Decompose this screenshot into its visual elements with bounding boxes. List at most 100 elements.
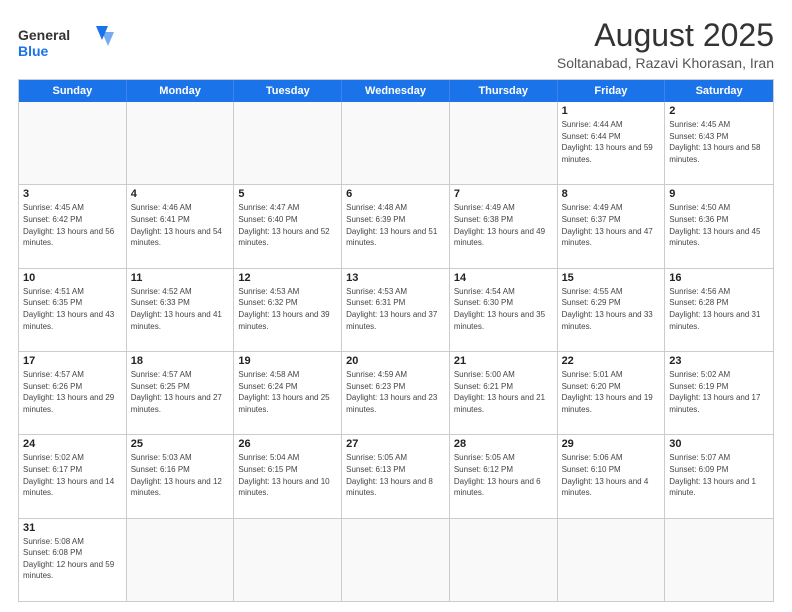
sun-info: Sunrise: 4:45 AMSunset: 6:43 PMDaylight:… [669, 119, 769, 165]
day-number: 6 [346, 188, 445, 200]
day-cell-21: 21 Sunrise: 5:00 AMSunset: 6:21 PMDayligh… [450, 352, 558, 434]
sun-info: Sunrise: 5:04 AMSunset: 6:15 PMDaylight:… [238, 452, 337, 498]
sun-info: Sunrise: 4:49 AMSunset: 6:37 PMDaylight:… [562, 202, 661, 248]
day-cell-15: 15 Sunrise: 4:55 AMSunset: 6:29 PMDayligh… [558, 269, 666, 351]
weekday-header-monday: Monday [127, 80, 235, 102]
day-number: 8 [562, 188, 661, 200]
calendar-row-3: 17 Sunrise: 4:57 AMSunset: 6:26 PMDayligh… [19, 351, 773, 434]
day-number: 15 [562, 272, 661, 284]
day-cell-13: 13Sunrise: 4:53 AMSunset: 6:31 PMDayligh… [342, 269, 450, 351]
sun-info: Sunrise: 4:47 AMSunset: 6:40 PMDaylight:… [238, 202, 337, 248]
empty-cell [127, 102, 235, 184]
day-number: 31 [23, 522, 122, 534]
day-cell-28: 28 Sunrise: 5:05 AMSunset: 6:12 PMDayligh… [450, 435, 558, 517]
day-cell-5: 5 Sunrise: 4:47 AMSunset: 6:40 PMDaylight… [234, 185, 342, 267]
day-cell-10: 10 Sunrise: 4:51 AMSunset: 6:35 PMDayligh… [19, 269, 127, 351]
day-cell-1: 1Sunrise: 4:44 AMSunset: 6:44 PMDaylight… [558, 102, 666, 184]
sun-info: Sunrise: 4:46 AMSunset: 6:41 PMDaylight:… [131, 202, 230, 248]
sun-info: Sunrise: 4:53 AMSunset: 6:31 PMDaylight:… [346, 286, 445, 332]
calendar-row-1: 3 Sunrise: 4:45 AMSunset: 6:42 PMDaylight… [19, 184, 773, 267]
logo: General Blue [18, 18, 118, 64]
day-number: 7 [454, 188, 553, 200]
sun-info: Sunrise: 4:59 AMSunset: 6:23 PMDaylight:… [346, 369, 445, 415]
weekday-header-thursday: Thursday [450, 80, 558, 102]
weekday-header-sunday: Sunday [19, 80, 127, 102]
sun-info: Sunrise: 4:51 AMSunset: 6:35 PMDaylight:… [23, 286, 122, 332]
day-cell-4: 4Sunrise: 4:46 AMSunset: 6:41 PMDaylight… [127, 185, 235, 267]
day-cell-3: 3 Sunrise: 4:45 AMSunset: 6:42 PMDaylight… [19, 185, 127, 267]
day-cell-8: 8 Sunrise: 4:49 AMSunset: 6:37 PMDaylight… [558, 185, 666, 267]
day-number: 28 [454, 438, 553, 450]
sun-info: Sunrise: 5:02 AMSunset: 6:19 PMDaylight:… [669, 369, 769, 415]
empty-cell [558, 519, 666, 601]
calendar-row-2: 10 Sunrise: 4:51 AMSunset: 6:35 PMDayligh… [19, 268, 773, 351]
weekday-header-wednesday: Wednesday [342, 80, 450, 102]
sun-info: Sunrise: 4:53 AMSunset: 6:32 PMDaylight:… [238, 286, 337, 332]
sun-info: Sunrise: 4:49 AMSunset: 6:38 PMDaylight:… [454, 202, 553, 248]
day-number: 3 [23, 188, 122, 200]
day-number: 29 [562, 438, 661, 450]
sun-info: Sunrise: 5:06 AMSunset: 6:10 PMDaylight:… [562, 452, 661, 498]
sun-info: Sunrise: 5:01 AMSunset: 6:20 PMDaylight:… [562, 369, 661, 415]
day-number: 12 [238, 272, 337, 284]
empty-cell [19, 102, 127, 184]
day-cell-23: 23Sunrise: 5:02 AMSunset: 6:19 PMDayligh… [665, 352, 773, 434]
day-cell-26: 26 Sunrise: 5:04 AMSunset: 6:15 PMDayligh… [234, 435, 342, 517]
empty-cell [342, 102, 450, 184]
sun-info: Sunrise: 4:55 AMSunset: 6:29 PMDaylight:… [562, 286, 661, 332]
day-number: 1 [562, 105, 661, 117]
day-number: 24 [23, 438, 122, 450]
empty-cell [450, 102, 558, 184]
sun-info: Sunrise: 5:05 AMSunset: 6:13 PMDaylight:… [346, 452, 445, 498]
day-cell-16: 16Sunrise: 4:56 AMSunset: 6:28 PMDayligh… [665, 269, 773, 351]
sun-info: Sunrise: 4:54 AMSunset: 6:30 PMDaylight:… [454, 286, 553, 332]
day-number: 20 [346, 355, 445, 367]
day-cell-19: 19 Sunrise: 4:58 AMSunset: 6:24 PMDayligh… [234, 352, 342, 434]
weekday-header-friday: Friday [558, 80, 666, 102]
svg-text:General: General [18, 27, 70, 43]
day-number: 16 [669, 272, 769, 284]
page: General Blue August 2025 Soltanabad, Raz… [0, 0, 792, 612]
day-number: 27 [346, 438, 445, 450]
day-cell-25: 25Sunrise: 5:03 AMSunset: 6:16 PMDayligh… [127, 435, 235, 517]
day-cell-9: 9Sunrise: 4:50 AMSunset: 6:36 PMDaylight… [665, 185, 773, 267]
svg-text:Blue: Blue [18, 43, 49, 59]
day-number: 17 [23, 355, 122, 367]
weekday-header-tuesday: Tuesday [234, 80, 342, 102]
empty-cell [450, 519, 558, 601]
generalblue-logo: General Blue [18, 22, 118, 64]
sun-info: Sunrise: 4:57 AMSunset: 6:25 PMDaylight:… [131, 369, 230, 415]
sun-info: Sunrise: 5:05 AMSunset: 6:12 PMDaylight:… [454, 452, 553, 498]
title-block: August 2025 Soltanabad, Razavi Khorasan,… [557, 18, 774, 71]
header: General Blue August 2025 Soltanabad, Raz… [18, 18, 774, 71]
empty-cell [665, 519, 773, 601]
day-number: 10 [23, 272, 122, 284]
calendar: SundayMondayTuesdayWednesdayThursdayFrid… [18, 79, 774, 602]
calendar-row-5: 31Sunrise: 5:08 AMSunset: 6:08 PMDayligh… [19, 518, 773, 601]
calendar-header-row: SundayMondayTuesdayWednesdayThursdayFrid… [19, 80, 773, 102]
day-number: 9 [669, 188, 769, 200]
day-number: 21 [454, 355, 553, 367]
sun-info: Sunrise: 5:00 AMSunset: 6:21 PMDaylight:… [454, 369, 553, 415]
day-cell-29: 29 Sunrise: 5:06 AMSunset: 6:10 PMDayligh… [558, 435, 666, 517]
sun-info: Sunrise: 5:02 AMSunset: 6:17 PMDaylight:… [23, 452, 122, 498]
day-number: 5 [238, 188, 337, 200]
day-number: 18 [131, 355, 230, 367]
sun-info: Sunrise: 4:58 AMSunset: 6:24 PMDaylight:… [238, 369, 337, 415]
day-cell-18: 18 Sunrise: 4:57 AMSunset: 6:25 PMDayligh… [127, 352, 235, 434]
month-title: August 2025 [557, 18, 774, 53]
day-number: 11 [131, 272, 230, 284]
sun-info: Sunrise: 4:57 AMSunset: 6:26 PMDaylight:… [23, 369, 122, 415]
day-number: 19 [238, 355, 337, 367]
day-cell-17: 17 Sunrise: 4:57 AMSunset: 6:26 PMDayligh… [19, 352, 127, 434]
day-cell-11: 11Sunrise: 4:52 AMSunset: 6:33 PMDayligh… [127, 269, 235, 351]
day-number: 26 [238, 438, 337, 450]
day-cell-30: 30Sunrise: 5:07 AMSunset: 6:09 PMDayligh… [665, 435, 773, 517]
day-cell-6: 6Sunrise: 4:48 AMSunset: 6:39 PMDaylight… [342, 185, 450, 267]
day-cell-24: 24 Sunrise: 5:02 AMSunset: 6:17 PMDayligh… [19, 435, 127, 517]
day-cell-22: 22Sunrise: 5:01 AMSunset: 6:20 PMDayligh… [558, 352, 666, 434]
day-cell-31: 31Sunrise: 5:08 AMSunset: 6:08 PMDayligh… [19, 519, 127, 601]
day-cell-12: 12 Sunrise: 4:53 AMSunset: 6:32 PMDayligh… [234, 269, 342, 351]
sun-info: Sunrise: 4:45 AMSunset: 6:42 PMDaylight:… [23, 202, 122, 248]
day-cell-14: 14Sunrise: 4:54 AMSunset: 6:30 PMDayligh… [450, 269, 558, 351]
